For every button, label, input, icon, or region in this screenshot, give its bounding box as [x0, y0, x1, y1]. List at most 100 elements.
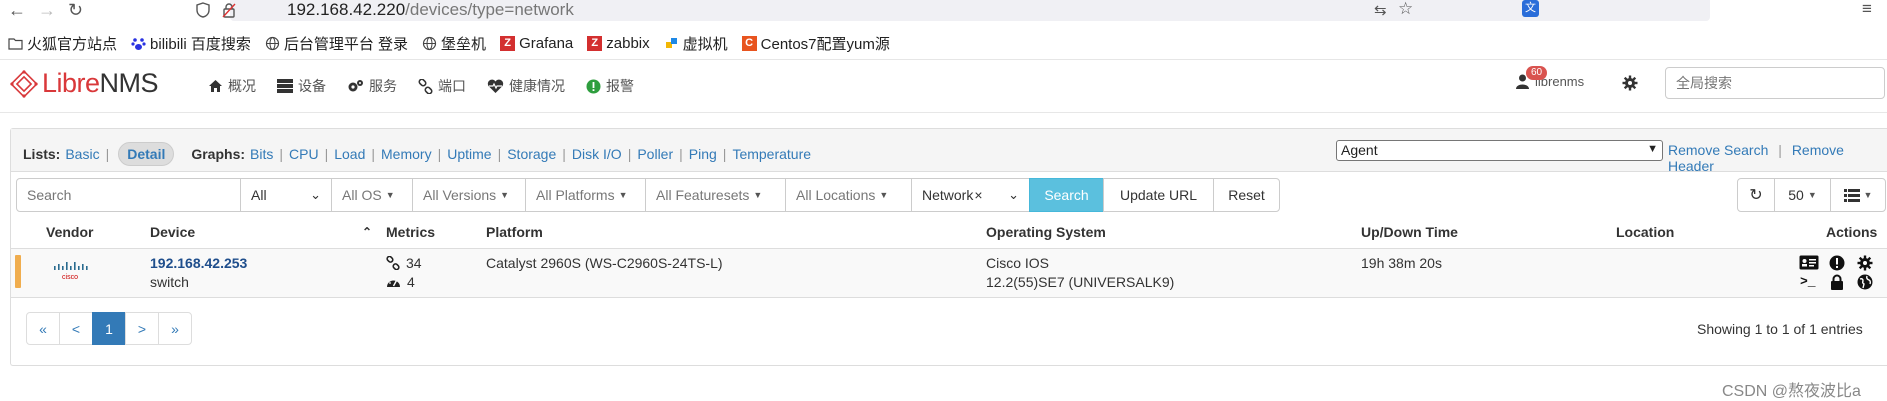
platform-select[interactable]: All Platforms ▼: [525, 178, 646, 212]
exclamation-icon[interactable]: [1829, 255, 1845, 271]
alert-count-badge[interactable]: 60: [1526, 66, 1548, 80]
forward-icon[interactable]: →: [38, 0, 56, 20]
divider: |: [279, 146, 284, 162]
search-input[interactable]: [16, 178, 241, 212]
bookmark-admin[interactable]: 后台管理平台 登录: [265, 33, 408, 54]
librenms-logo[interactable]: LibreNMS: [10, 68, 159, 99]
divider: |: [324, 146, 329, 162]
menu-overview[interactable]: 概况: [208, 76, 256, 96]
ports-metric[interactable]: 34: [386, 255, 422, 271]
col-platform[interactable]: Platform: [486, 224, 543, 240]
logo-icon: [10, 69, 38, 98]
refresh-button[interactable]: ↻: [1737, 178, 1775, 212]
page-current-button[interactable]: 1: [92, 312, 126, 345]
translate-icon[interactable]: ⇆: [1374, 1, 1387, 19]
search-button[interactable]: Search: [1029, 178, 1104, 212]
type-select[interactable]: Network × ⌄: [911, 178, 1030, 212]
bookmark-firefox[interactable]: 火狐官方站点: [8, 33, 117, 54]
divider: |: [105, 146, 110, 162]
col-os[interactable]: Operating System: [986, 224, 1106, 240]
update-url-button[interactable]: Update URL: [1103, 178, 1214, 212]
view-basic-link[interactable]: Basic: [65, 146, 99, 162]
translate-extension-icon[interactable]: 文: [1522, 0, 1539, 17]
graph-ping-link[interactable]: Ping: [689, 146, 717, 162]
sensors-metric[interactable]: 4: [386, 274, 415, 290]
view-detail-link[interactable]: Detail: [118, 142, 175, 166]
bookmark-bilibili[interactable]: bilibili 百度搜索: [131, 33, 251, 54]
link-icon: [386, 256, 400, 270]
page-next-button[interactable]: >: [125, 312, 159, 345]
graph-diskio-link[interactable]: Disk I/O: [572, 146, 622, 162]
reset-button[interactable]: Reset: [1213, 178, 1280, 212]
divider: |: [437, 146, 442, 162]
terminal-icon[interactable]: >_: [1800, 274, 1816, 289]
menu-health[interactable]: 健康情况: [487, 76, 565, 96]
col-location[interactable]: Location: [1616, 224, 1674, 240]
featureset-select[interactable]: All Featuresets ▼: [645, 178, 786, 212]
graph-storage-link[interactable]: Storage: [507, 146, 556, 162]
menu-devices[interactable]: 设备: [277, 76, 326, 96]
shield-icon[interactable]: [196, 2, 210, 18]
sort-up-icon[interactable]: ⌃: [362, 225, 372, 239]
os-select[interactable]: All OS ▼: [331, 178, 413, 212]
vendor-logo: cisco: [52, 259, 88, 281]
page-first-button[interactable]: «: [26, 312, 60, 345]
home-icon: [208, 79, 223, 93]
menu-alerts[interactable]: 报警: [586, 76, 634, 96]
z-icon: Z: [500, 35, 516, 51]
bookmark-centos[interactable]: C Centos7配置yum源: [741, 33, 890, 54]
col-vendor[interactable]: Vendor: [46, 224, 93, 240]
clear-icon[interactable]: ×: [974, 187, 982, 203]
page-prev-button[interactable]: <: [59, 312, 93, 345]
graph-memory-link[interactable]: Memory: [381, 146, 432, 162]
device-platform: Catalyst 2960S (WS-C2960S-24TS-L): [486, 255, 723, 271]
lock-icon[interactable]: [1830, 274, 1844, 290]
graph-uptime-link[interactable]: Uptime: [447, 146, 491, 162]
caret-down-icon: ▼: [618, 190, 628, 200]
page-size-select[interactable]: 50 ▼: [1774, 178, 1831, 212]
divider: |: [679, 146, 683, 162]
gear-icon[interactable]: [1622, 75, 1638, 91]
table-row[interactable]: cisco 192.168.42.253 switch 34 4 Catalys…: [11, 248, 1887, 298]
location-select[interactable]: All Locations ▼: [785, 178, 912, 212]
id-card-icon[interactable]: [1799, 255, 1819, 270]
menu-icon[interactable]: ≡: [1862, 0, 1872, 19]
logo-text: LibreNMS: [42, 68, 159, 98]
lock-icon[interactable]: [222, 2, 236, 18]
status-select[interactable]: All ⌄: [240, 178, 332, 212]
back-icon[interactable]: ←: [8, 0, 26, 20]
bookmark-vm[interactable]: 虚拟机: [664, 33, 728, 54]
remove-search-link[interactable]: Remove Search: [1668, 142, 1768, 158]
divider: |: [722, 146, 727, 162]
reload-icon[interactable]: ↻: [68, 0, 83, 20]
graph-temperature-link[interactable]: Temperature: [732, 146, 811, 162]
divider: |: [497, 146, 502, 162]
page-last-button[interactable]: »: [158, 312, 192, 345]
columns-button[interactable]: ▼: [1830, 178, 1886, 212]
menu-services[interactable]: 服务: [347, 76, 397, 96]
device-hostname-link[interactable]: 192.168.42.253: [150, 255, 247, 271]
col-device[interactable]: Device: [150, 224, 195, 240]
col-metrics[interactable]: Metrics: [386, 224, 435, 240]
col-uptime[interactable]: Up/Down Time: [1361, 224, 1458, 240]
graph-poller-link[interactable]: Poller: [637, 146, 673, 162]
pagination: « < 1 > »: [26, 312, 192, 345]
version-select[interactable]: All Versions ▼: [412, 178, 526, 212]
caret-down-icon: ▼: [385, 190, 395, 200]
graph-load-link[interactable]: Load: [334, 146, 365, 162]
gear-icon[interactable]: [1857, 255, 1873, 271]
bookmark-zabbix[interactable]: Z zabbix: [587, 35, 650, 52]
globe-icon[interactable]: [1857, 274, 1873, 290]
global-search-input[interactable]: [1665, 67, 1885, 99]
star-icon[interactable]: ☆: [1398, 0, 1413, 19]
folder-icon: [8, 36, 23, 51]
graph-cpu-link[interactable]: CPU: [289, 146, 319, 162]
caret-down-icon: ▼: [1807, 190, 1817, 200]
cogs-icon: [347, 79, 364, 94]
bookmark-bastion[interactable]: 堡垒机: [422, 33, 486, 54]
menu-ports[interactable]: 端口: [418, 76, 466, 96]
bookmark-grafana[interactable]: Z Grafana: [500, 35, 573, 52]
panel-heading: Lists: Basic | Detail Graphs: Bits | CPU |…: [11, 129, 1887, 174]
graph-type-select[interactable]: Agent ▼: [1336, 140, 1663, 161]
graph-bits-link[interactable]: Bits: [250, 146, 273, 162]
